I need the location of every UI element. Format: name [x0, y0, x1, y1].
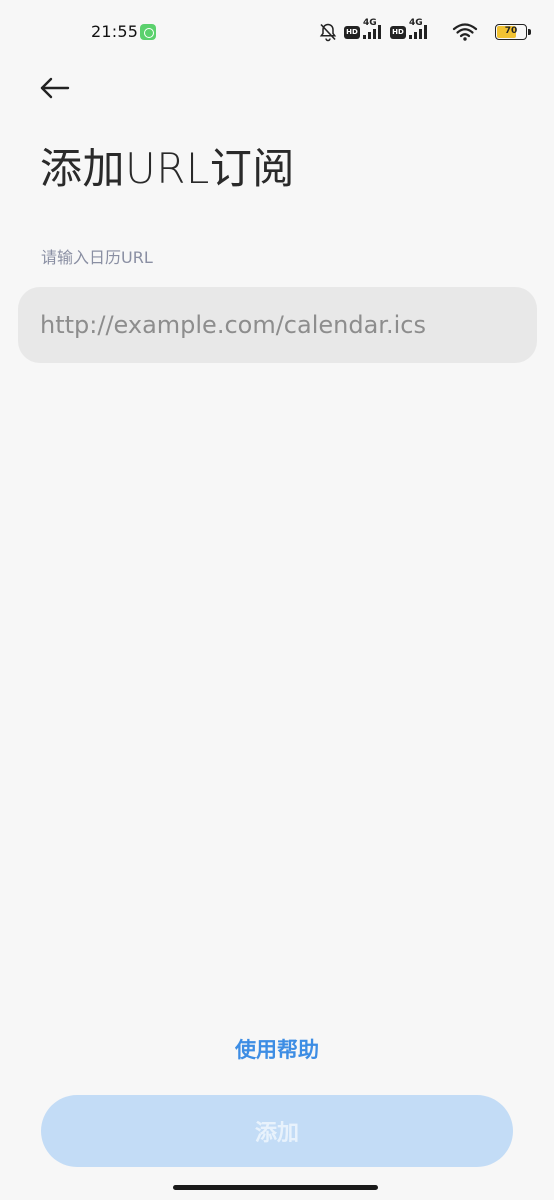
app-notification-icon: [140, 24, 156, 40]
hd-badge: HD: [390, 26, 406, 39]
url-field-label: 请输入日历URL: [41, 248, 153, 267]
hd-badge: HD: [344, 26, 360, 39]
home-indicator[interactable]: [173, 1185, 378, 1190]
battery-tip: [528, 29, 531, 35]
help-link[interactable]: 使用帮助: [0, 1034, 554, 1064]
arrow-left-icon: [40, 77, 70, 99]
calendar-url-input[interactable]: [18, 287, 537, 363]
signal-icon: [409, 25, 427, 39]
signal-icon: [363, 25, 381, 39]
status-time: 21:55: [91, 22, 139, 41]
add-button[interactable]: 添加: [41, 1095, 513, 1167]
back-button[interactable]: [30, 68, 80, 108]
status-bar: 21:55 HD 4G HD 4G 70: [0, 0, 554, 64]
battery-level: 70: [504, 26, 518, 36]
mute-icon: [319, 23, 337, 42]
battery-icon: 70: [495, 24, 531, 40]
screen: 21:55 HD 4G HD 4G 70 添加URL订阅 请输入日历URL ht…: [0, 0, 554, 1200]
page-title: 添加URL订阅: [40, 144, 295, 193]
wifi-icon: [452, 23, 478, 41]
